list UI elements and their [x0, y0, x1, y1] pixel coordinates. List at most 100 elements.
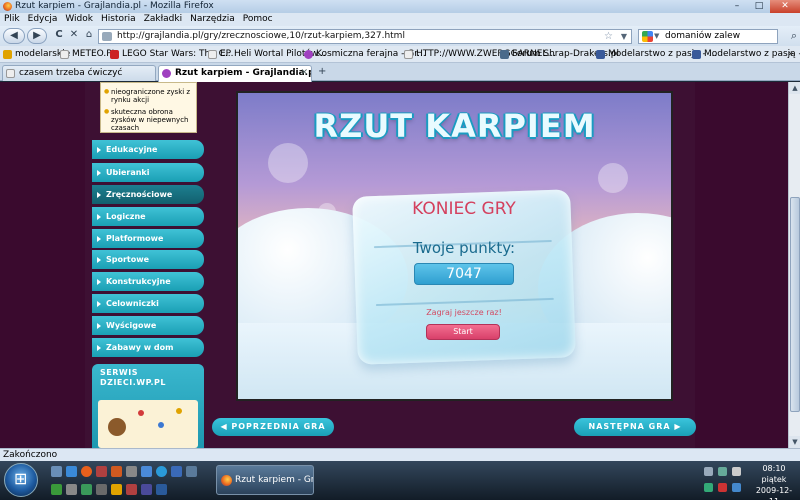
- app-icon[interactable]: [126, 466, 137, 477]
- app-icon[interactable]: [96, 466, 107, 477]
- media-icon[interactable]: [111, 466, 122, 477]
- back-arrow-icon[interactable]: ◀: [3, 28, 25, 44]
- close-tab-icon[interactable]: ✕: [300, 66, 308, 80]
- folder-icon: [3, 50, 12, 59]
- menu-file[interactable]: Plik: [4, 13, 20, 26]
- bookmarks-overflow-button[interactable]: »: [788, 46, 794, 62]
- sidebar-item-celowniczki[interactable]: Celowniczki: [92, 294, 204, 313]
- sidebar-item-wyscigowe[interactable]: Wyścigowe: [92, 316, 204, 335]
- search-box[interactable]: ▼ domaniów zalew ⌕: [638, 29, 797, 44]
- play-again-text: Zagraj jeszcze raz!: [426, 308, 502, 317]
- address-url: http://grajlandia.pl/gry/zrecznosciowe,1…: [117, 31, 405, 41]
- promo-box[interactable]: nieograniczone zyski z rynku akcji skute…: [100, 82, 197, 133]
- ie-icon[interactable]: [66, 466, 77, 477]
- clock-date: 2009-12-11: [755, 486, 793, 500]
- tray-icon[interactable]: [704, 483, 713, 492]
- app-icon[interactable]: [51, 484, 62, 495]
- app-icon[interactable]: [141, 484, 152, 495]
- sidebar-item-zrecznosciowe[interactable]: Zręcznościowe: [92, 185, 204, 204]
- google-icon[interactable]: [642, 31, 653, 42]
- forward-arrow-icon[interactable]: ▶: [27, 28, 47, 44]
- minimize-button[interactable]: –: [726, 0, 748, 13]
- navigation-toolbar: ◀ ▶ C ✕ ⌂ http://grajlandia.pl/gry/zrecz…: [0, 26, 800, 46]
- next-game-button[interactable]: NASTĘPNA GRA ▶: [574, 418, 696, 436]
- sidebar-item-sportowe[interactable]: Sportowe: [92, 250, 204, 269]
- firefox-icon[interactable]: [81, 466, 92, 477]
- close-window-button[interactable]: ✕: [770, 0, 800, 13]
- show-desktop-icon[interactable]: [51, 466, 62, 477]
- forum-icon: [596, 50, 605, 59]
- points-label: Twoje punkty:: [412, 239, 516, 257]
- scroll-up-icon[interactable]: ▲: [789, 82, 800, 94]
- app-icon[interactable]: [171, 466, 182, 477]
- tray-icon[interactable]: [732, 483, 741, 492]
- history-dropdown-icon[interactable]: ▼: [621, 30, 627, 43]
- app-icon[interactable]: [156, 484, 167, 495]
- skype-icon[interactable]: [156, 466, 167, 477]
- site-identity-icon[interactable]: [102, 32, 112, 41]
- address-bar[interactable]: http://grajlandia.pl/gry/zrecznosciowe,1…: [98, 29, 632, 44]
- app-icon[interactable]: [186, 466, 197, 477]
- sidebar-item-zabawy-w-dom[interactable]: Zabawy w dom: [92, 338, 204, 357]
- child-illustration: [108, 418, 126, 436]
- window-controls: – □ ✕: [726, 0, 800, 13]
- system-clock[interactable]: 08:10 piątek 2009-12-11: [752, 463, 796, 500]
- menu-help[interactable]: Pomoc: [243, 13, 273, 26]
- menu-tools[interactable]: Narzędzia: [190, 13, 235, 26]
- app-icon[interactable]: [111, 484, 122, 495]
- stop-icon[interactable]: ✕: [68, 28, 80, 44]
- network-icon[interactable]: [718, 467, 727, 476]
- clock-time: 08:10: [762, 464, 786, 473]
- sidebar-item-logiczne[interactable]: Logiczne: [92, 207, 204, 226]
- sidebar-item-edukacyjne[interactable]: Edukacyjne: [92, 140, 204, 159]
- tab-czasem[interactable]: czasem trzeba ćwiczyć: [2, 65, 156, 81]
- sidebar-item-konstrukcyjne[interactable]: Konstrukcyjne: [92, 272, 204, 291]
- menu-view[interactable]: Widok: [65, 13, 93, 26]
- menu-bookmarks[interactable]: Zakładki: [144, 13, 182, 26]
- tray-icon[interactable]: [704, 467, 713, 476]
- reload-icon[interactable]: C: [52, 28, 66, 44]
- app-icon[interactable]: [96, 484, 107, 495]
- firefox-icon: [3, 2, 12, 11]
- scroll-down-icon[interactable]: ▼: [789, 436, 800, 448]
- new-tab-button[interactable]: +: [318, 66, 326, 77]
- page-icon: [404, 50, 413, 59]
- sidebar-item-ubieranki[interactable]: Ubieranki: [92, 163, 204, 182]
- game-title: RZUT KARPIEM: [313, 107, 596, 145]
- app-icon[interactable]: [66, 484, 77, 495]
- maximize-button[interactable]: □: [748, 0, 770, 13]
- scroll-thumb[interactable]: [790, 197, 800, 412]
- app-icon[interactable]: [126, 484, 137, 495]
- start-button[interactable]: Start: [426, 324, 500, 340]
- game-canvas[interactable]: RZUT KARPIEM KONIEC GRY Twoje punkty: 70…: [236, 91, 673, 401]
- banner-illustration: [98, 400, 198, 448]
- ball-illustration: [176, 408, 182, 414]
- clock-day: piątek: [761, 475, 787, 484]
- window-title: Rzut karpiem - Grajlandia.pl - Mozilla F…: [15, 1, 214, 11]
- grajlandia-icon: [304, 50, 313, 59]
- bookmark-item[interactable]: METEO.PL: [60, 46, 117, 62]
- vertical-scrollbar[interactable]: ▲ ▼: [788, 82, 800, 448]
- app-icon[interactable]: [141, 466, 152, 477]
- home-icon[interactable]: ⌂: [82, 28, 96, 44]
- antivirus-icon[interactable]: [718, 483, 727, 492]
- taskbar-firefox-window[interactable]: Rzut karpiem - Grajl...: [216, 465, 314, 495]
- search-engine-dropdown-icon[interactable]: ▼: [654, 30, 659, 43]
- sidebar-item-platformowe[interactable]: Platformowe: [92, 229, 204, 248]
- menu-edit[interactable]: Edycja: [28, 13, 58, 26]
- menu-history[interactable]: Historia: [101, 13, 136, 26]
- lego-icon: [110, 50, 119, 59]
- app-icon[interactable]: [81, 484, 92, 495]
- decor-bubble: [598, 163, 628, 193]
- bookmark-star-icon[interactable]: ☆: [604, 30, 613, 43]
- bookmark-item[interactable]: Modelarstwo z pasją - ...: [692, 46, 800, 62]
- search-input[interactable]: domaniów zalew: [665, 31, 740, 41]
- previous-game-button[interactable]: ◀ POPRZEDNIA GRA: [212, 418, 334, 436]
- decor-bubble: [268, 143, 308, 183]
- window-title-bar[interactable]: Rzut karpiem - Grajlandia.pl - Mozilla F…: [0, 0, 800, 13]
- tab-rzut-karpiem[interactable]: Rzut karpiem - Grajlandia.pl ✕: [158, 65, 312, 82]
- volume-icon[interactable]: [732, 467, 741, 476]
- start-menu-button[interactable]: [4, 463, 38, 497]
- search-icon[interactable]: ⌕: [791, 29, 797, 42]
- serwis-dzieci-banner[interactable]: SERWIS DZIECI.WP.PL: [92, 364, 204, 448]
